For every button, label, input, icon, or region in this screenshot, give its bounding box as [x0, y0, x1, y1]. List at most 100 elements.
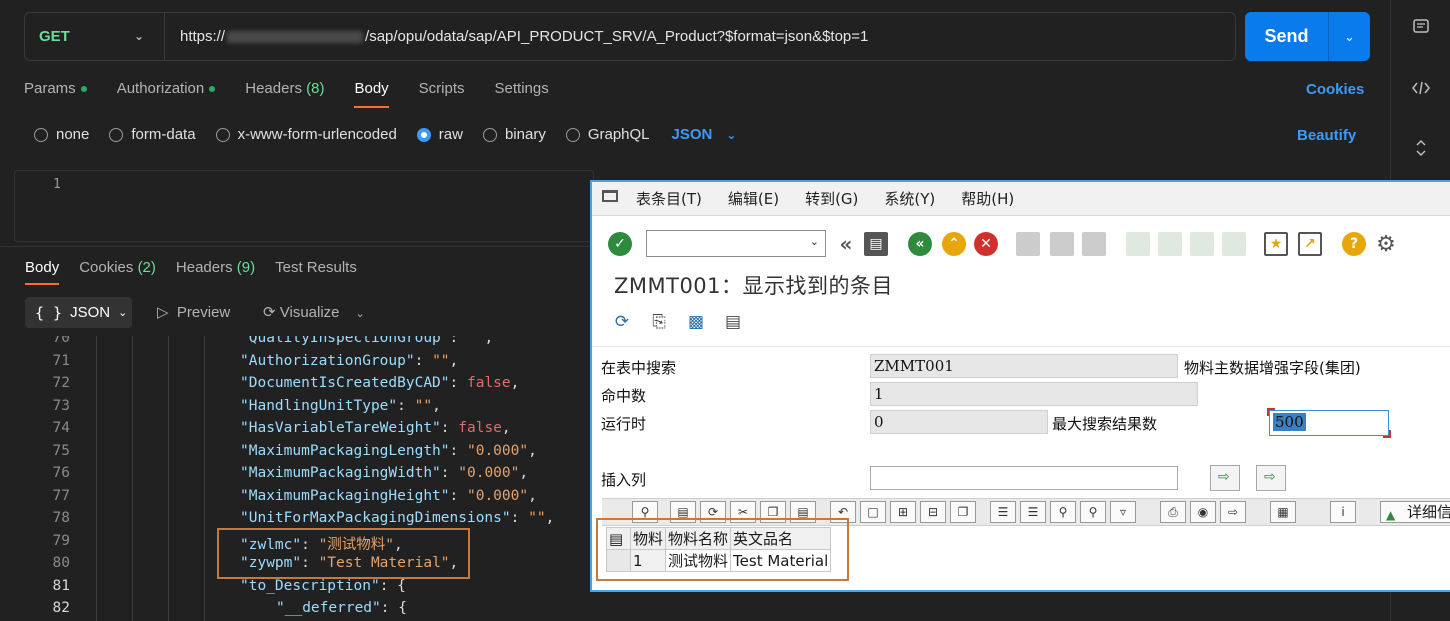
expand-arrows-icon[interactable] [1409, 139, 1433, 163]
radio-graphql[interactable]: GraphQL [565, 126, 650, 143]
send-button[interactable]: Send ⌄ [1245, 12, 1370, 61]
code-line: 71 "AuthorizationGroup": "", [0, 353, 600, 376]
last-page-icon [1222, 232, 1246, 256]
highlight-box [217, 528, 470, 579]
export-icon[interactable]: ⇨ [1220, 501, 1246, 523]
puzzle-icon[interactable]: ▩ [684, 310, 708, 334]
enter-check-icon[interactable]: ✓ [608, 232, 632, 256]
line-number: 76 [52, 465, 70, 481]
max-results-label: 最大搜索结果数 [1052, 415, 1158, 433]
code-text: "to_Description": { [240, 577, 406, 594]
settings-gear-icon[interactable]: ⚙ [1374, 232, 1398, 257]
code-text: "UnitForMaxPackagingDimensions": "", [240, 510, 555, 526]
radio-x-www-form-urlencoded[interactable]: x-www-form-urlencoded [215, 126, 397, 143]
insert-right-button[interactable]: ⇨ [1256, 465, 1286, 491]
tab-scripts[interactable]: Scripts [419, 80, 465, 104]
details-button[interactable]: ▲详细信息 [1380, 501, 1450, 523]
pane-divider[interactable] [0, 246, 600, 247]
radio-binary[interactable]: binary [482, 126, 546, 143]
max-results-input[interactable]: 500 [1267, 408, 1391, 438]
shortcut-icon[interactable]: ↗ [1298, 232, 1322, 256]
info-icon[interactable]: i [1330, 501, 1356, 523]
filter-icon[interactable]: ▿ [1110, 501, 1136, 523]
insert-row-icon[interactable]: ⊞ [890, 501, 916, 523]
tab-authorization[interactable]: Authorization [117, 80, 216, 104]
next-page-icon [1190, 232, 1214, 256]
view-icon[interactable]: ◉ [1190, 501, 1216, 523]
sort-desc-icon[interactable]: ☰ [1020, 501, 1046, 523]
command-field[interactable]: ⌄ [646, 230, 826, 257]
tab-headers[interactable]: Headers (8) [245, 80, 324, 104]
preview-button[interactable]: ▷ Preview [157, 303, 230, 321]
resp-tab-body[interactable]: Body [25, 259, 60, 285]
comment-icon[interactable] [1409, 18, 1433, 42]
code-line: 76 "MaximumPackagingWidth": "0.000", [0, 465, 600, 488]
chevron-down-icon: ⌄ [355, 308, 365, 320]
code-text: "QualityInspectionGroup": "", [240, 336, 494, 346]
save-icon[interactable]: ▤ [864, 232, 888, 256]
response-tabs: Body Cookies (2) Headers (9) Test Result… [25, 259, 377, 285]
code-line: 81 "to_Description": { [0, 578, 600, 601]
separator [592, 346, 1450, 347]
menu-goto[interactable]: 转到(G) [805, 188, 858, 209]
radio-none[interactable]: none [34, 126, 89, 143]
radio-form-data[interactable]: form-data [109, 126, 196, 143]
back-icon[interactable]: « [908, 232, 932, 256]
find-icon[interactable]: ⚲ [1050, 501, 1076, 523]
sort-asc-icon[interactable]: ☰ [990, 501, 1016, 523]
tab-settings[interactable]: Settings [495, 80, 549, 104]
line-number: 80 [52, 555, 70, 571]
cookies-link[interactable]: Cookies [1306, 81, 1364, 98]
save-arrows-icon[interactable]: « [834, 232, 858, 256]
menu-table-entry[interactable]: 表条目(T) [636, 188, 702, 209]
menu-icon[interactable] [602, 189, 618, 202]
code-text: "DocumentIsCreatedByCAD": false, [240, 375, 520, 391]
insert-column-input[interactable] [870, 466, 1178, 490]
send-dropdown-chevron-icon[interactable]: ⌄ [1329, 12, 1370, 61]
selection-icon[interactable]: ⎘ [647, 310, 671, 334]
tab-body[interactable]: Body [354, 80, 389, 108]
menu-edit[interactable]: 编辑(E) [728, 188, 779, 209]
visualize-button[interactable]: ⟳ Visualize ⌄ [263, 303, 365, 321]
body-format-select[interactable]: JSON ⌄ [672, 126, 737, 143]
beautify-link[interactable]: Beautify [1297, 127, 1356, 144]
find-next-icon[interactable]: ⚲ [1080, 501, 1106, 523]
exit-icon[interactable]: ⌃ [942, 232, 966, 256]
request-tabs: Params Authorization Headers (8) Body Sc… [24, 80, 579, 108]
radio-raw[interactable]: raw [416, 126, 463, 143]
method-select[interactable]: GET ⌄ [25, 13, 165, 60]
code-icon[interactable] [1409, 79, 1433, 103]
tab-params[interactable]: Params [24, 80, 87, 104]
code-text: "HandlingUnitType": "", [240, 397, 441, 414]
resp-tab-headers[interactable]: Headers (9) [176, 259, 255, 276]
highlight-box [596, 518, 849, 581]
new-row-icon[interactable]: □ [860, 501, 886, 523]
url-input[interactable]: https:// /sap/opu/odata/sap/API_PRODUCT_S… [165, 28, 868, 45]
menu-help[interactable]: 帮助(H) [961, 188, 1014, 209]
insert-left-button[interactable]: ⇨ [1210, 465, 1240, 491]
refresh-icon[interactable]: ⟳ [610, 310, 634, 334]
print-icon[interactable]: ⎙ [1160, 501, 1186, 523]
url-bar[interactable]: GET ⌄ https:// /sap/opu/odata/sap/API_PRO… [24, 12, 1236, 61]
request-body-editor[interactable]: 1 [14, 170, 594, 242]
copy-row-icon[interactable]: ❐ [950, 501, 976, 523]
delete-row-icon[interactable]: ⊟ [920, 501, 946, 523]
visualize-icon: ⟳ [263, 304, 276, 321]
menu-system[interactable]: 系统(Y) [884, 188, 935, 209]
help-icon[interactable]: ? [1342, 232, 1366, 256]
layout-icon[interactable]: ▦ [1270, 501, 1296, 523]
code-text: "__deferred": { [276, 600, 407, 616]
active-dot-icon [209, 86, 216, 93]
line-number: 81 [52, 577, 70, 594]
code-text: "HasVariableTareWeight": false, [240, 420, 511, 436]
resp-tab-test-results[interactable]: Test Results [275, 259, 357, 276]
line-number: 71 [52, 352, 70, 369]
insert-column-label: 插入列 [601, 471, 647, 489]
cancel-icon[interactable]: ✕ [974, 232, 998, 256]
create-session-icon[interactable]: ★ [1264, 232, 1288, 256]
resp-tab-cookies[interactable]: Cookies (2) [79, 259, 156, 276]
document-list-icon[interactable]: ▤ [721, 310, 745, 334]
play-icon: ▷ [157, 304, 169, 321]
response-format-select[interactable]: { } JSON ⌄ [25, 297, 132, 328]
find-next-icon [1082, 232, 1106, 256]
